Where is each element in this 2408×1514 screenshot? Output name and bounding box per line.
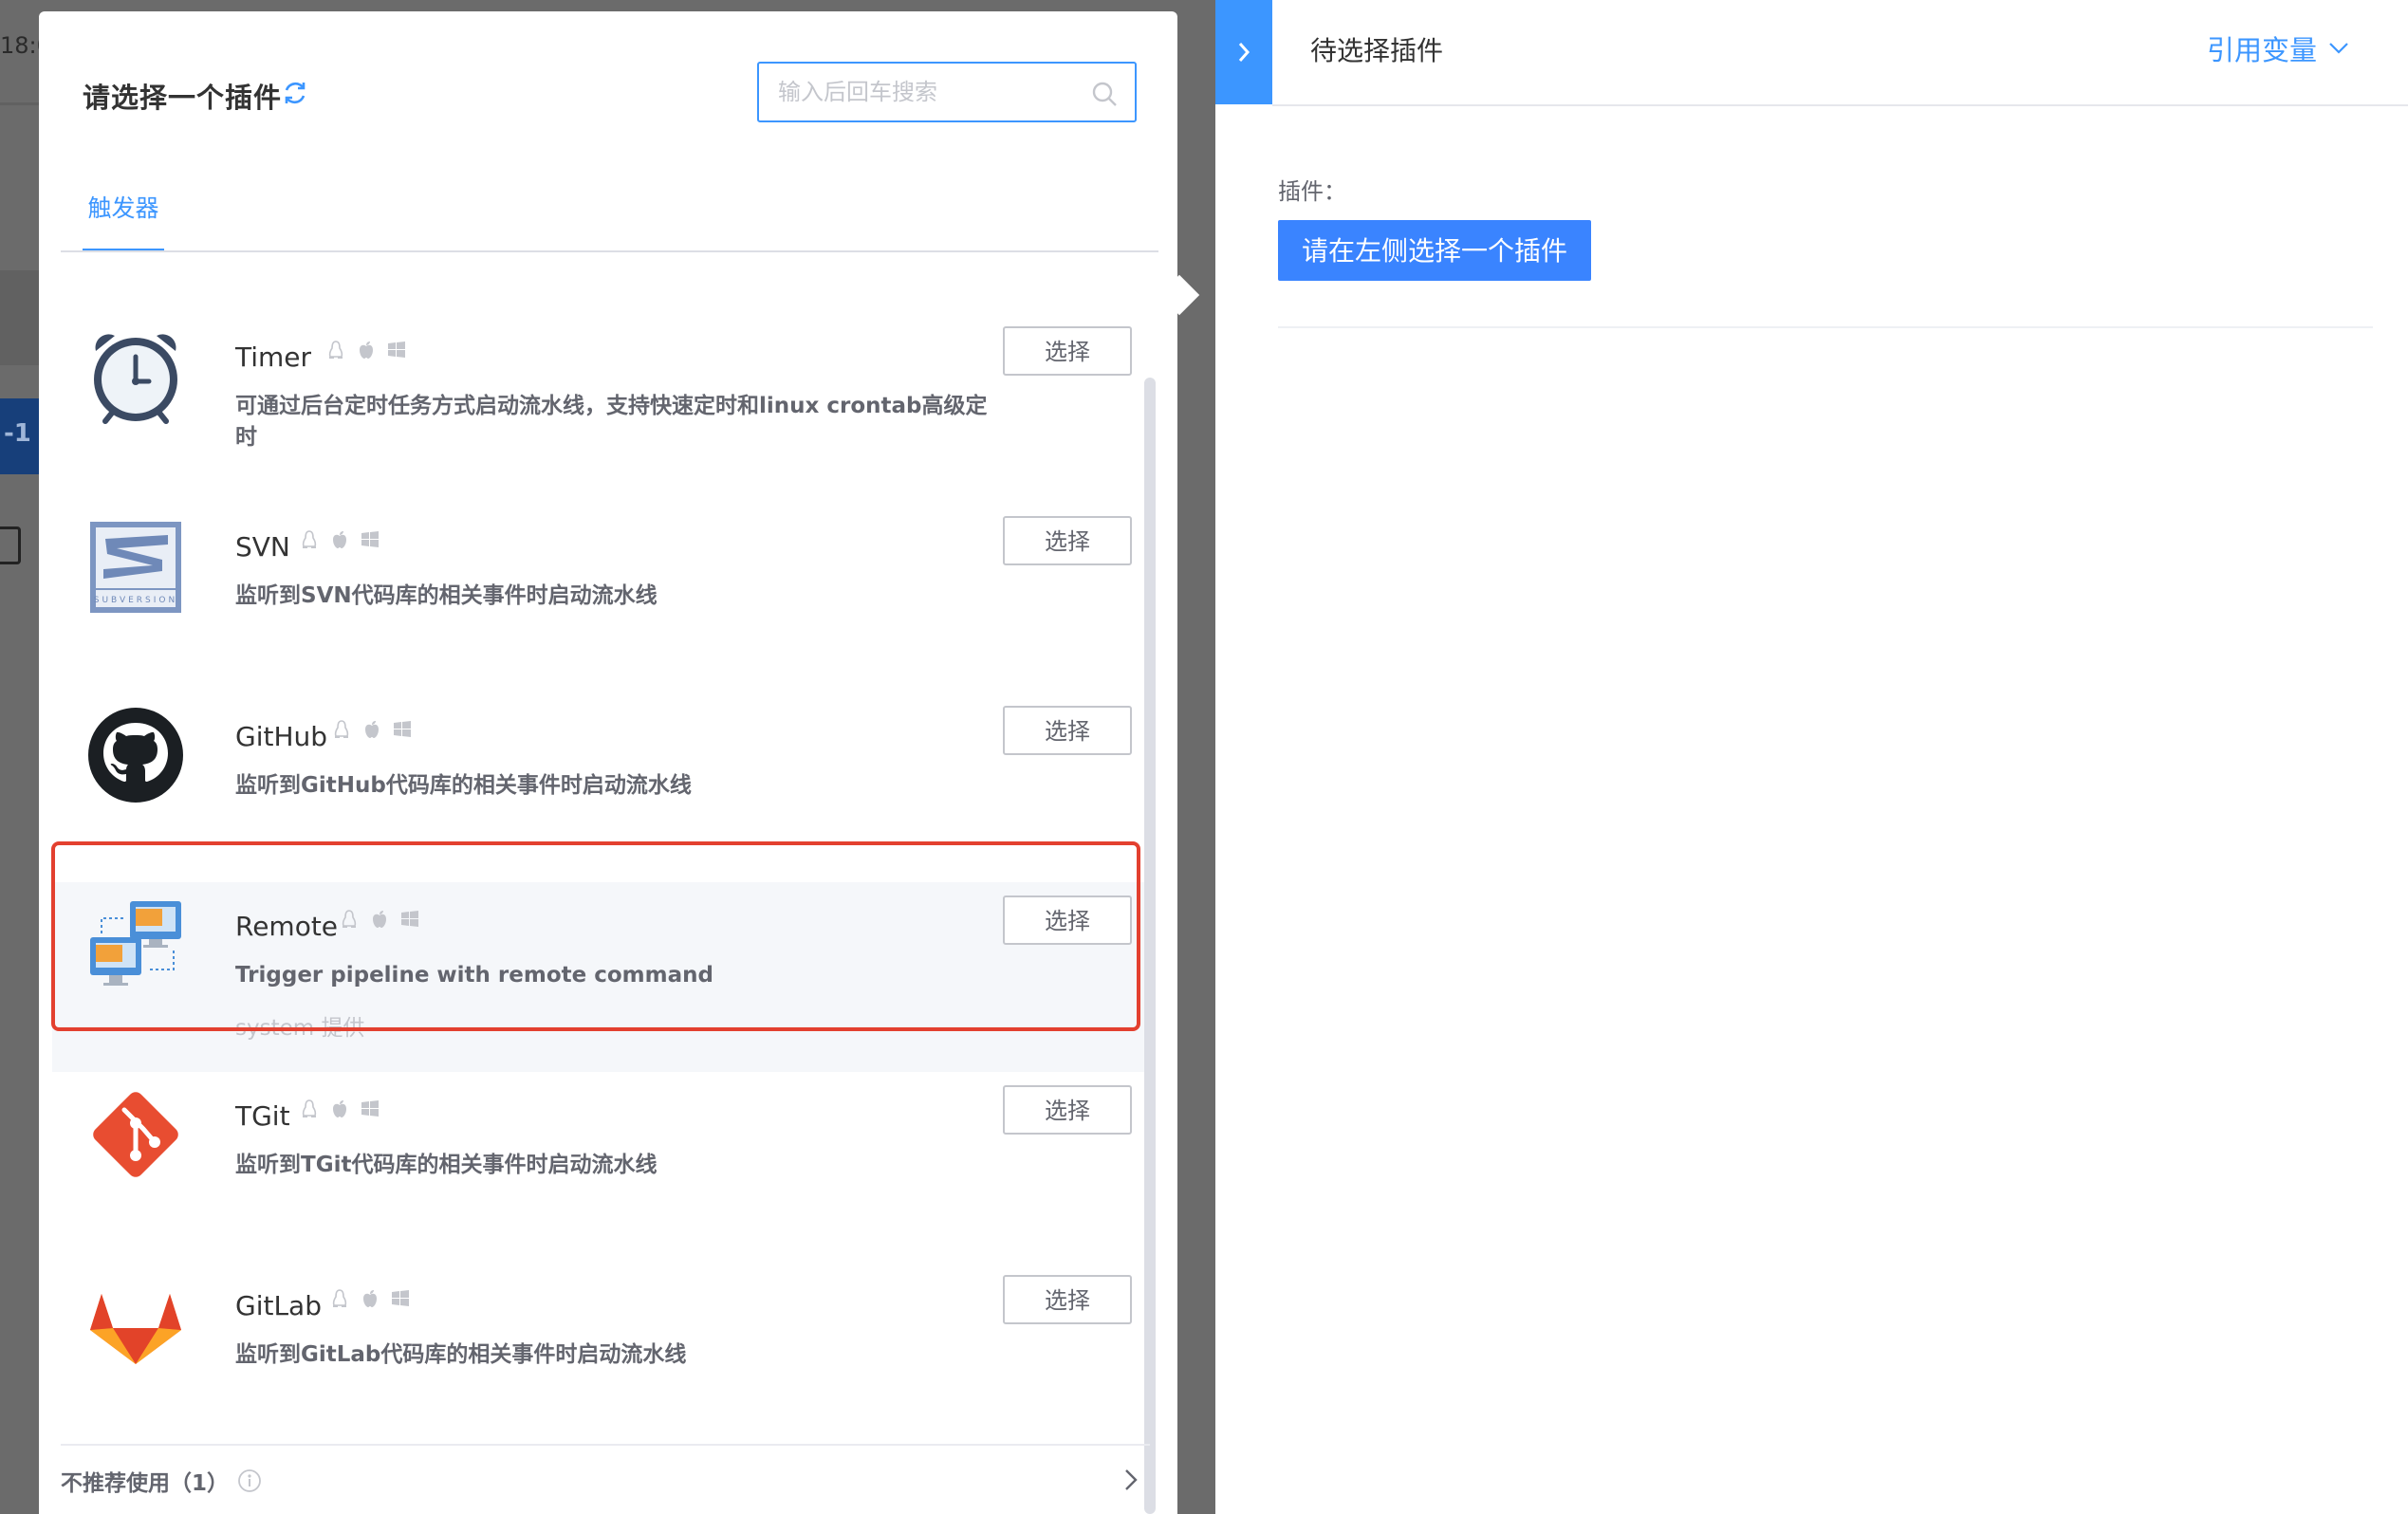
git-logo [93,1092,178,1177]
tabs-divider [61,250,1158,252]
remote-computers-icon [90,901,181,986]
alarm-clock-icon [94,334,177,424]
os-support-icons [339,909,420,930]
reference-variable-label: 引用变量 [2206,34,2317,66]
panel-title: 请选择一个插件 [83,82,283,114]
windows-icon [361,1100,379,1117]
clipboard-icon [0,526,21,564]
linux-icon [302,530,317,548]
plugin-description: 监听到GitLab代码库的相关事件时启动流水线 [235,1342,687,1367]
chevron-right-icon[interactable] [1120,1467,1142,1493]
os-support-icons [329,1288,411,1309]
apple-icon [363,1290,377,1307]
search-box[interactable] [757,62,1137,122]
os-support-icons [299,529,380,550]
plugin-item-tgit[interactable]: TGit 监听到TGit代码库的相关事件时启动流水线 选择 [52,1072,1145,1262]
header-divider [1272,104,2408,106]
scrollbar[interactable] [1142,368,1159,1514]
apple-icon [333,531,346,548]
select-button[interactable]: 选择 [1003,326,1132,376]
os-support-icons [299,1099,380,1119]
linux-icon [334,720,349,738]
chevron-down-icon [2329,43,2348,54]
plugin-selector-panel: 请选择一个插件 触发器 Timer [39,11,1200,1514]
refresh-icon[interactable] [280,78,310,108]
plugin-name: GitLab [235,1290,322,1321]
chevron-right-icon [1238,43,1250,62]
github-logo [88,708,183,803]
tab-trigger[interactable]: 触发器 [83,178,164,252]
select-button[interactable]: 选择 [1003,516,1132,565]
plugin-field-label: 插件： [1278,178,1346,205]
info-icon[interactable] [237,1468,262,1493]
reference-variable-dropdown[interactable]: 引用变量 [2207,28,2351,68]
deprecated-plugins-toggle[interactable]: 不推荐使用（1） [61,1465,229,1497]
plugin-description: 监听到GitHub代码库的相关事件时启动流水线 [235,773,692,798]
apple-icon [360,342,373,359]
windows-icon [392,1290,409,1306]
plugin-name: Remote [235,911,339,942]
subversion-logo: SUBVERSION [90,522,181,613]
plugin-item-timer[interactable]: Timer 可通过后台定时任务方式启动流水线，支持快速定时和linux cron… [52,313,1145,503]
search-icon[interactable] [1091,81,1118,107]
plugin-name: SVN [235,531,290,563]
linux-icon [332,1289,347,1307]
apple-icon [333,1100,346,1117]
plugin-name: GitHub [235,721,328,752]
linux-icon [302,1099,317,1117]
plugin-description: 可通过后台定时任务方式启动流水线，支持快速定时和linux crontab高级定… [235,394,988,450]
background-band [0,270,39,365]
plugin-item-gitlab[interactable]: GitLab 监听到GitLab代码库的相关事件时启动流水线 选择 [52,1262,1145,1451]
linux-icon [328,341,343,359]
apple-icon [373,911,386,928]
scrollbar-thumb[interactable] [1144,378,1156,1514]
os-support-icons [325,340,407,360]
plugin-description: Trigger pipeline with remote command [235,963,713,988]
linux-icon [342,910,357,928]
select-button[interactable]: 选择 [1003,1275,1132,1324]
plugin-item-svn[interactable]: SUBVERSION SVN 监听到SVN代码库的相关事件时启动流水线 选择 [52,503,1145,692]
windows-icon [361,531,379,547]
panel-pointer [1158,274,1200,316]
background-stage-fragment: -1 [0,398,39,474]
select-button[interactable]: 选择 [1003,706,1132,755]
os-support-icons [331,719,413,740]
plugin-item-github[interactable]: GitHub 监听到GitHub代码库的相关事件时启动流水线 选择 [52,692,1145,882]
search-input[interactable] [776,73,1080,111]
gitlab-logo [90,1294,181,1364]
windows-icon [401,911,418,927]
collapse-panel-button[interactable] [1215,0,1272,104]
plugin-item-remote[interactable]: Remote Trigger pipeline with remote comm… [52,882,1145,1072]
footer-divider [61,1444,1150,1446]
plugin-detail-panel: 待选择插件 引用变量 插件： 请在左侧选择一个插件 [1215,0,2408,1514]
panel-title: 待选择插件 [1310,35,1444,66]
form-divider [1278,326,2373,328]
apple-icon [365,721,379,738]
windows-icon [394,721,411,737]
select-button[interactable]: 选择 [1003,1085,1132,1135]
plugin-description: 监听到TGit代码库的相关事件时启动流水线 [235,1153,658,1177]
subversion-logo-text: SUBVERSION [94,596,177,605]
plugin-name: Timer [235,342,312,373]
background-divider [0,102,39,105]
windows-icon [388,342,405,358]
plugin-name: TGit [235,1100,290,1132]
plugin-description: 监听到SVN代码库的相关事件时启动流水线 [235,583,658,608]
select-button[interactable]: 选择 [1003,895,1132,945]
plugin-provider: system 提供 [235,1016,365,1041]
choose-plugin-button[interactable]: 请在左侧选择一个插件 [1278,220,1591,281]
